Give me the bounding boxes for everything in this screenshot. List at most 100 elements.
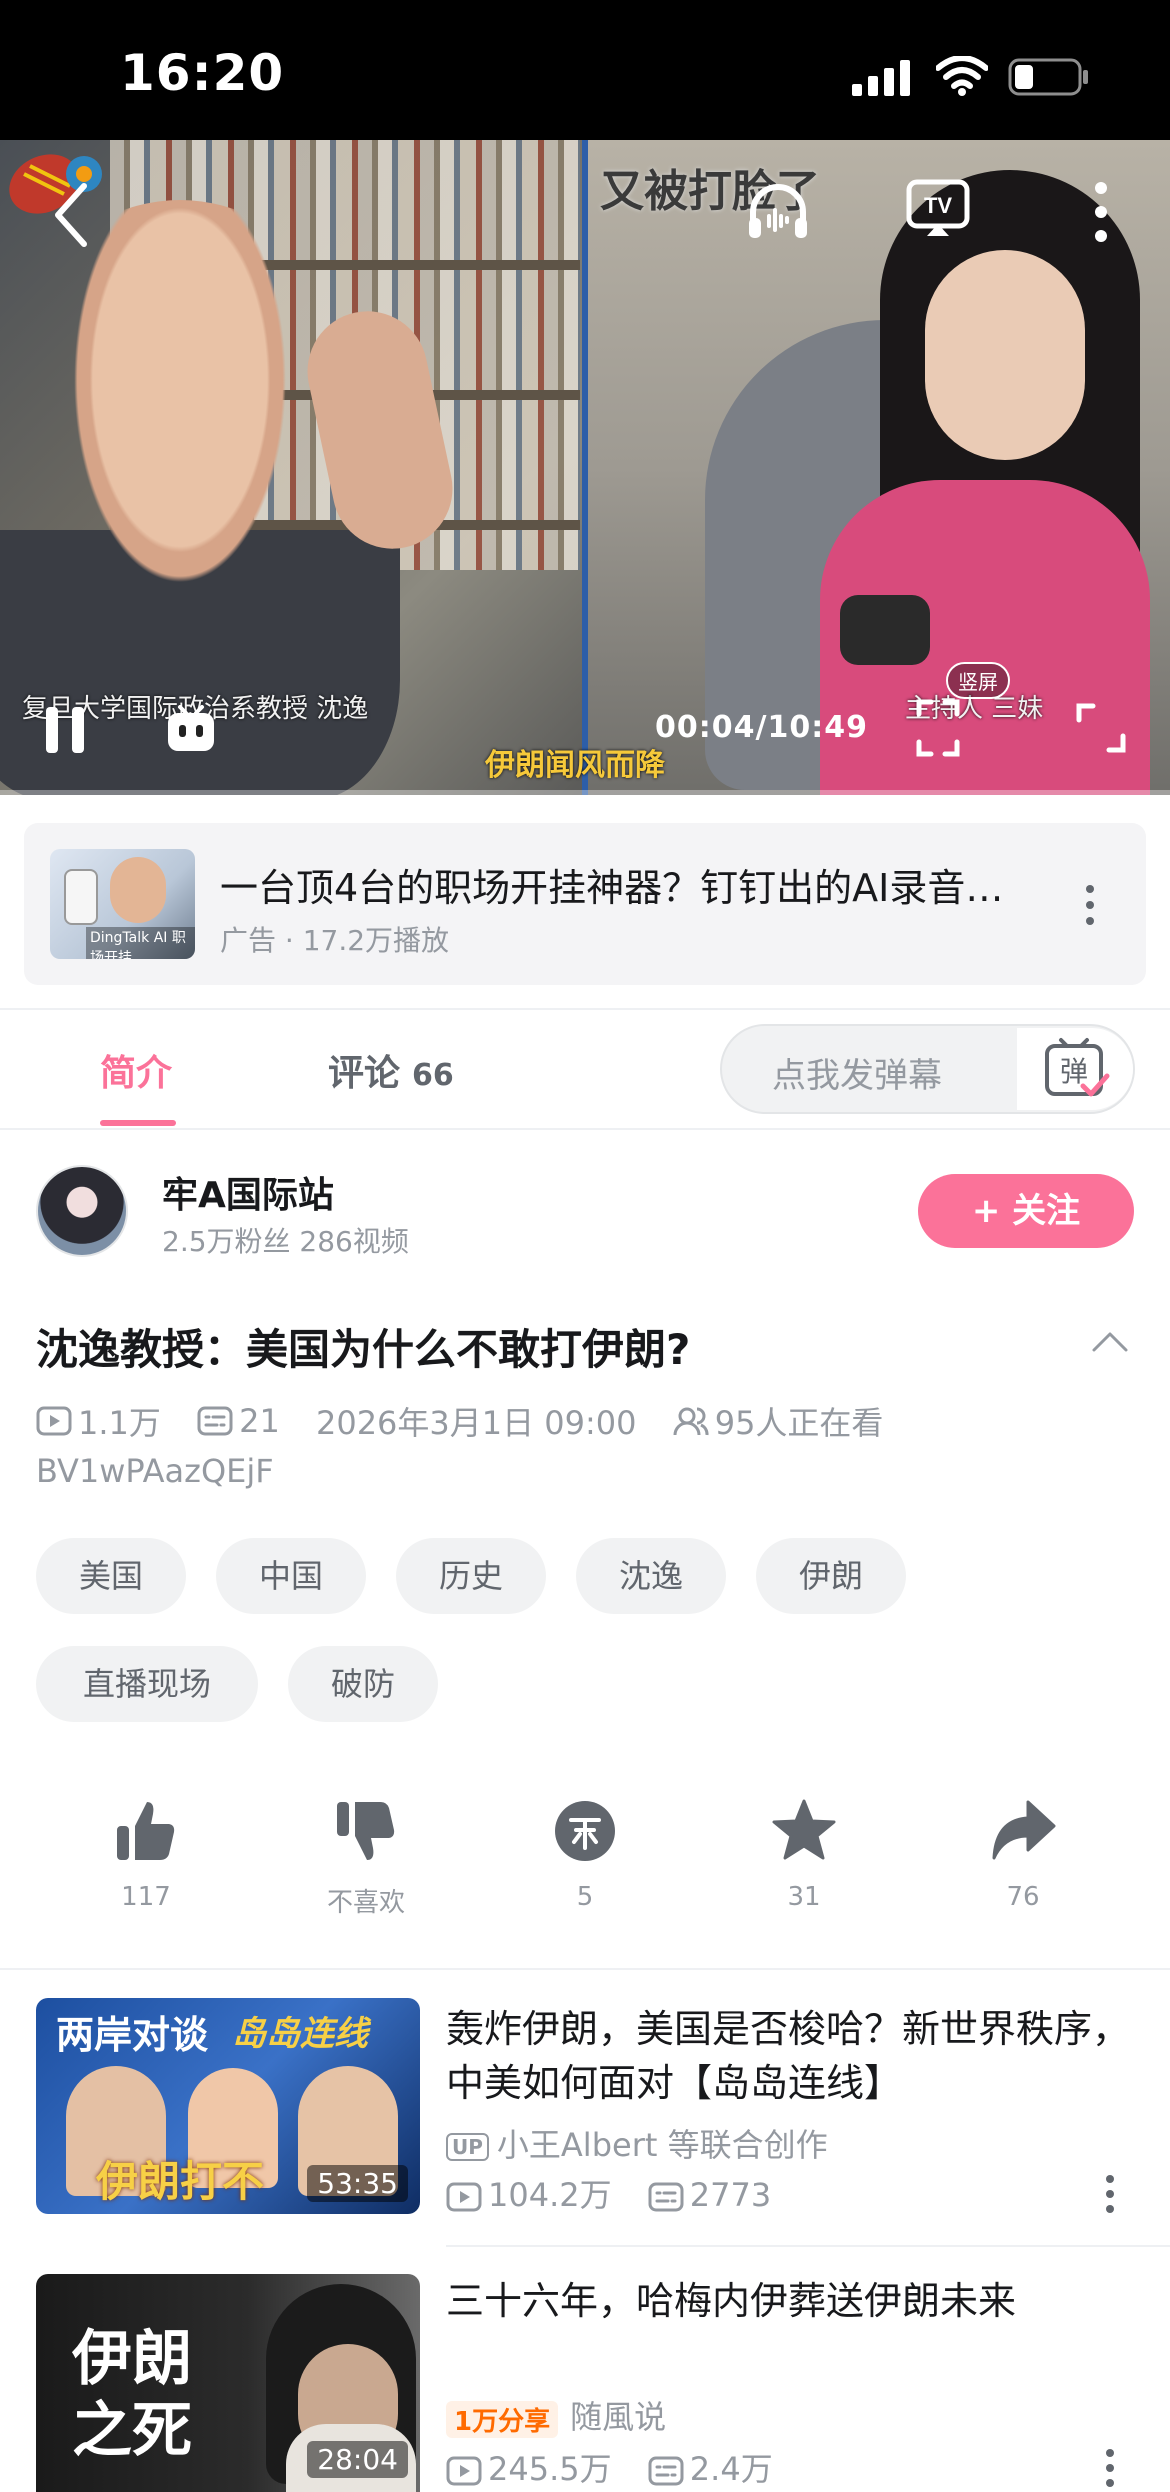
coin-icon	[555, 1801, 615, 1861]
tab-comments[interactable]: 评论 66	[328, 1044, 454, 1096]
related-author[interactable]: UP 小王Albert 等联合创作	[446, 2120, 828, 2166]
listen-icon[interactable]	[745, 180, 811, 242]
pause-icon[interactable]	[42, 705, 88, 755]
coin-button[interactable]: 5	[515, 1798, 655, 1912]
divider	[0, 1968, 1170, 1970]
dislike-button[interactable]: 不喜欢	[296, 1798, 436, 1919]
ad-meta: 广告 · 17.2万播放	[220, 924, 450, 957]
related-author-name: 小王Albert 等联合创作	[496, 2126, 828, 2164]
more-icon[interactable]	[1104, 2448, 1116, 2488]
share-count-badge: 1万分享	[446, 2400, 559, 2438]
video-duration: 53:35	[307, 2165, 408, 2202]
related-danmaku: 2773	[689, 2176, 772, 2214]
avatar[interactable]	[36, 1165, 128, 1257]
video-duration: 28:04	[307, 2441, 408, 2478]
tab-comments-count: 66	[412, 1058, 454, 1093]
related-views: 104.2万	[488, 2176, 612, 2214]
tag[interactable]: 沈逸	[576, 1538, 726, 1614]
bvid[interactable]: BV1wPAazQEjF	[36, 1452, 274, 1490]
subtitle: 伊朗闻风而降	[485, 748, 665, 783]
more-icon[interactable]	[1104, 2174, 1116, 2214]
progress-bar[interactable]	[0, 790, 1170, 795]
publish-date: 2026年3月1日 09:00	[315, 1404, 637, 1442]
share-count: 76	[1006, 1882, 1040, 1912]
chevron-up-icon[interactable]	[1090, 1330, 1130, 1354]
ad-more-icon[interactable]	[1084, 883, 1096, 927]
danmaku-send-glyph: 弹	[1060, 1055, 1088, 1088]
cellular-signal-icon	[852, 60, 910, 96]
danmaku-send-icon[interactable]: 弹	[1017, 1028, 1133, 1110]
play-count-icon	[446, 2456, 482, 2486]
ad-thumbnail-text: DingTalk AI 职场开挂	[86, 927, 195, 959]
status-bar: 16:20	[0, 0, 1170, 140]
thumbnail-text: 岛岛连线	[232, 2014, 368, 2054]
related-author-name: 随風说	[570, 2398, 667, 2436]
related-author[interactable]: 1万分享 随風说	[446, 2392, 666, 2438]
svg-text:TV: TV	[924, 193, 952, 218]
vertical-screen-icon[interactable]	[915, 698, 961, 758]
ad-title: 一台顶4台的职场开挂神器？钉钉出的AI录音…	[220, 866, 1004, 910]
dislike-label: 不喜欢	[326, 1888, 405, 1918]
tag[interactable]: 历史	[396, 1538, 546, 1614]
ad-thumbnail: DingTalk AI 职场开挂	[50, 849, 195, 959]
tag[interactable]: 美国	[36, 1538, 186, 1614]
tag[interactable]: 伊朗	[756, 1538, 906, 1614]
coin-count: 5	[576, 1882, 594, 1912]
divider	[0, 1128, 1170, 1130]
view-count: 1.1万	[78, 1404, 161, 1442]
danmaku-count-icon	[648, 2456, 684, 2486]
video-title: 沈逸教授：美国为什么不敢打伊朗?	[36, 1325, 691, 1374]
related-stats: 104.2万 2773	[446, 2170, 771, 2216]
related-views: 245.5万	[488, 2450, 612, 2488]
tag[interactable]: 破防	[288, 1646, 438, 1722]
fullscreen-icon[interactable]	[1075, 702, 1127, 754]
related-title[interactable]: 轰炸伊朗，美国是否梭哈？新世界秩序，中美如何面对【岛岛连线】	[446, 2002, 1136, 2110]
divider	[0, 1008, 1170, 1010]
tag[interactable]: 中国	[216, 1538, 366, 1614]
related-thumbnail[interactable]: 两岸对谈 岛岛连线 伊朗打不 53:35	[36, 1998, 420, 2214]
thumbs-up-icon	[117, 1802, 175, 1860]
related-title[interactable]: 三十六年，哈梅内伊葬送伊朗未来	[446, 2274, 1136, 2328]
status-time: 16:20	[120, 44, 285, 102]
follow-button[interactable]: + 关注	[918, 1174, 1134, 1248]
ad-card[interactable]: DingTalk AI 职场开挂 一台顶4台的职场开挂神器？钉钉出的AI录音… …	[24, 823, 1146, 985]
play-count-icon	[446, 2182, 482, 2212]
tag[interactable]: 直播现场	[36, 1646, 258, 1722]
tab-intro[interactable]: 简介	[100, 1044, 172, 1096]
watching-count: 95人正在看	[714, 1404, 884, 1442]
tab-comments-label: 评论	[328, 1053, 401, 1094]
uploader-name[interactable]: 牢A国际站	[162, 1166, 334, 1218]
related-stats: 245.5万 2.4万	[446, 2444, 773, 2490]
danmaku-input[interactable]: 点我发弹幕 弹	[720, 1024, 1135, 1114]
divider	[446, 2245, 1170, 2247]
related-danmaku: 2.4万	[689, 2450, 773, 2488]
play-count-icon	[36, 1406, 72, 1436]
up-badge-icon: UP	[446, 2133, 489, 2161]
favorite-count: 31	[787, 1882, 821, 1912]
related-thumbnail[interactable]: 伊朗 之死 28:04	[36, 2274, 420, 2492]
danmaku-input-placeholder: 点我发弹幕	[772, 1056, 942, 1096]
thumbnail-text: 之死	[72, 2396, 192, 2466]
danmaku-count-icon	[648, 2182, 684, 2212]
battery-icon	[1008, 58, 1088, 96]
like-button[interactable]: 117	[76, 1798, 216, 1912]
favorite-button[interactable]: 31	[734, 1798, 874, 1912]
danmaku-count: 21	[239, 1402, 280, 1440]
danmaku-toggle-icon[interactable]	[166, 705, 216, 755]
uploader-stats: 2.5万粉丝 286视频	[162, 1225, 409, 1258]
thumbs-down-icon	[337, 1802, 395, 1860]
tv-cast-icon[interactable]: TV	[905, 178, 971, 240]
tab-active-indicator	[100, 1120, 176, 1126]
video-meta: 1.1万 21 2026年3月1日 09:00 95人正在看	[36, 1398, 883, 1442]
danmaku-count-icon	[197, 1406, 233, 1436]
share-button[interactable]: 76	[953, 1798, 1093, 1912]
watching-icon	[673, 1407, 709, 1436]
thumbnail-text: 伊朗打不	[96, 2157, 265, 2206]
playback-time: 00:04/10:49	[655, 710, 868, 745]
video-player[interactable]: 又被打脸了 复旦大学国际政治系教授 沈逸 主持人 三妹 伊朗闻风而降 TV 00…	[0, 140, 1170, 795]
back-icon[interactable]	[50, 180, 90, 250]
thumbnail-text: 两岸对谈	[56, 2013, 209, 2057]
star-icon	[772, 1799, 836, 1860]
more-icon[interactable]	[1090, 180, 1112, 244]
wifi-icon	[936, 56, 988, 96]
